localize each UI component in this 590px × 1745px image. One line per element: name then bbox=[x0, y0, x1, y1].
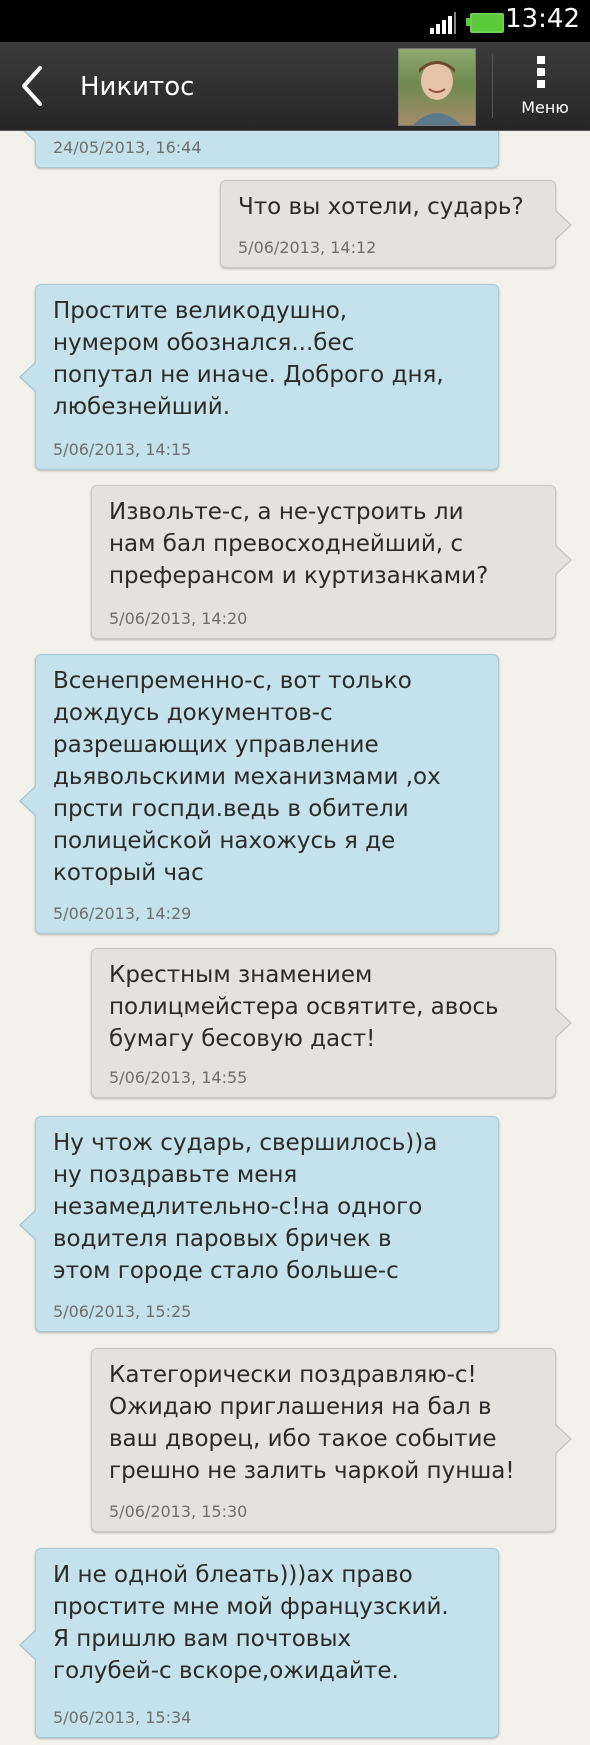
message-bubble-outgoing[interactable]: Что вы хотели, сударь? 5/06/2013, 14:12 bbox=[220, 180, 572, 268]
message-text: И не одной блеать)))ах право простите мн… bbox=[53, 1562, 449, 1684]
message-timestamp: 5/06/2013, 15:25 bbox=[53, 1302, 192, 1321]
chevron-left-icon bbox=[22, 66, 42, 106]
message-timestamp: 5/06/2013, 14:12 bbox=[238, 238, 377, 257]
contact-avatar[interactable] bbox=[398, 48, 476, 126]
message-timestamp: 24/05/2013, 16:44 bbox=[53, 138, 202, 157]
status-bar: 13:42 bbox=[0, 0, 590, 42]
overflow-menu-icon bbox=[537, 56, 545, 88]
message-text: Всенепременно-с, вот только дождусь доку… bbox=[53, 668, 441, 886]
message-text: Что вы хотели, сударь? bbox=[238, 194, 524, 220]
message-bubble-outgoing[interactable]: Категорически поздравляю-с! Ожидаю пригл… bbox=[91, 1348, 572, 1532]
message-timestamp: 5/06/2013, 15:30 bbox=[109, 1502, 248, 1521]
divider bbox=[492, 54, 493, 118]
message-timestamp: 5/06/2013, 15:34 bbox=[53, 1708, 192, 1727]
conversation-header: Никитос Меню bbox=[0, 42, 590, 131]
message-text: Ну чтож сударь, свершилось))а ну поздрав… bbox=[53, 1130, 438, 1284]
status-clock: 13:42 bbox=[505, 4, 580, 34]
message-timestamp: 5/06/2013, 14:15 bbox=[53, 440, 192, 459]
message-text: Простите великодушно, нумером обознался.… bbox=[53, 298, 444, 420]
message-bubble-incoming[interactable]: Всенепременно-с, вот только дождусь доку… bbox=[19, 654, 499, 934]
message-bubble-incoming[interactable]: И не одной блеать)))ах право простите мн… bbox=[19, 1548, 499, 1738]
message-timestamp: 5/06/2013, 14:20 bbox=[109, 609, 248, 628]
menu-button[interactable]: Меню bbox=[500, 42, 590, 130]
avatar-photo bbox=[413, 61, 461, 125]
message-bubble-incoming[interactable]: Ну чтож сударь, свершилось))а ну поздрав… bbox=[19, 1116, 499, 1332]
message-timestamp: 5/06/2013, 14:55 bbox=[109, 1068, 248, 1087]
battery-icon bbox=[470, 13, 504, 33]
message-text: Категорически поздравляю-с! Ожидаю пригл… bbox=[109, 1362, 515, 1484]
signal-strength-icon bbox=[430, 12, 456, 34]
message-bubble-outgoing[interactable]: Извольте-с, а не-устроить ли нам бал пре… bbox=[91, 485, 572, 639]
back-button[interactable] bbox=[10, 60, 54, 112]
message-timestamp: 5/06/2013, 14:29 bbox=[53, 904, 192, 923]
menu-label: Меню bbox=[521, 98, 569, 117]
contact-name: Никитос bbox=[80, 72, 195, 102]
message-text: Крестным знамением полицмейстера освятит… bbox=[109, 962, 499, 1052]
message-bubble-outgoing[interactable]: Крестным знамением полицмейстера освятит… bbox=[91, 948, 572, 1098]
message-text: Извольте-с, а не-устроить ли нам бал пре… bbox=[109, 499, 489, 589]
message-bubble-incoming[interactable]: Простите великодушно, нумером обознался.… bbox=[19, 284, 499, 470]
